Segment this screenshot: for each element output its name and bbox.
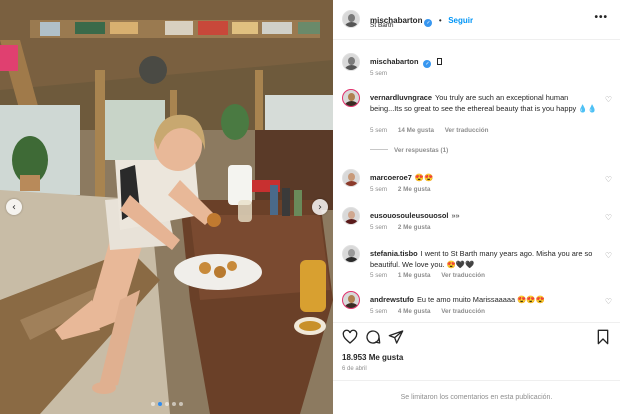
post-actions: 18.953 Me gusta 6 de abril Se limitaron …	[333, 322, 620, 412]
comment-body: »»	[451, 211, 460, 220]
comment-username[interactable]: marcoeroe7	[370, 173, 412, 182]
comment-meta: 5 sem 14 Me gusta Ver traducción	[370, 127, 497, 134]
more-options-icon[interactable]: •••	[594, 12, 608, 23]
post-photo[interactable]: ‹ ›	[0, 0, 333, 414]
see-translation-link[interactable]: Ver traducción	[441, 308, 485, 315]
carousel-next-button[interactable]: ›	[312, 199, 328, 215]
like-comment-heart-icon[interactable]: ♡	[605, 297, 612, 306]
commenter-avatar[interactable]	[342, 169, 360, 187]
comment-meta: 5 sem 2 Me gusta	[370, 186, 439, 193]
comment-text: vernardluvngrace You truly are such an ex…	[370, 93, 602, 114]
comments-limited-notice: Se limitaron los comentarios en esta pub…	[333, 380, 620, 413]
commenter-avatar[interactable]	[342, 245, 360, 263]
carousel-prev-button[interactable]: ‹	[6, 199, 22, 215]
comment-likes[interactable]: 2 Me gusta	[398, 224, 431, 231]
like-heart-icon[interactable]	[342, 329, 358, 345]
like-comment-heart-icon[interactable]: ♡	[605, 175, 612, 184]
carousel-dot-active	[157, 402, 162, 406]
carousel-dot	[178, 402, 183, 406]
caption-time[interactable]: 5 sem	[370, 70, 387, 77]
author-avatar[interactable]	[342, 10, 360, 28]
follow-button[interactable]: Seguir	[448, 16, 473, 25]
comment-username[interactable]: stefania.tisbo	[370, 249, 418, 258]
post-side-panel: mischabarton ✓ • Seguir St Barth ••• misc…	[333, 0, 620, 414]
post-header: mischabarton ✓ • Seguir St Barth •••	[333, 0, 620, 40]
save-bookmark-icon[interactable]	[595, 329, 611, 345]
carousel-dot	[164, 402, 169, 406]
see-translation-link[interactable]: Ver traducción	[441, 272, 485, 279]
verified-badge-icon: ✓	[423, 60, 432, 69]
comment-username[interactable]: vernardluvngrace	[370, 93, 432, 102]
separator-dot: •	[438, 16, 442, 25]
caption-text: mischabarton ✓	[370, 57, 602, 69]
caption-emoji-box	[436, 58, 442, 65]
comment-text: marcoeroe7 😍😍	[370, 173, 602, 184]
post-date[interactable]: 6 de abril	[342, 366, 367, 372]
comments-list[interactable]: mischabarton ✓ 5 sem vernardluvngrace You …	[333, 42, 620, 322]
comment-text: stefania.tisbo I went to St Barth many ye…	[370, 249, 602, 270]
comment-body: 😍😍	[414, 173, 434, 182]
comment-time[interactable]: 5 sem	[370, 272, 387, 279]
comment-likes[interactable]: 2 Me gusta	[398, 186, 431, 193]
comment-time[interactable]: 5 sem	[370, 308, 387, 315]
comment-username[interactable]: andrewstufo	[370, 295, 414, 304]
share-paper-plane-icon[interactable]	[388, 329, 404, 345]
comment-text: andrewstufo Eu te amo muito Marissaaaaa 😍…	[370, 295, 602, 306]
comment-meta: 5 sem 2 Me gusta	[370, 224, 439, 231]
carousel-dot	[150, 402, 155, 406]
commenter-avatar[interactable]	[342, 89, 360, 107]
carousel-dot	[171, 402, 176, 406]
comment-likes[interactable]: 14 Me gusta	[398, 127, 434, 134]
commenter-avatar[interactable]	[342, 291, 360, 309]
comment-likes[interactable]: 1 Me gusta	[398, 272, 431, 279]
verified-badge-icon: ✓	[424, 19, 433, 27]
carousel-dots	[0, 402, 333, 406]
likes-count[interactable]: 18.953 Me gusta	[342, 353, 403, 362]
comment-body: Eu te amo muito Marissaaaaa 😍😍😍	[416, 295, 545, 304]
comment-meta: 5 sem 1 Me gusta Ver traducción	[370, 272, 494, 279]
comment-text: eusouosouleusouosol»»	[370, 211, 602, 222]
comment-username[interactable]: eusouosouleusouosol	[370, 211, 448, 220]
caption-username[interactable]: mischabarton	[370, 57, 418, 66]
comment-time[interactable]: 5 sem	[370, 127, 387, 134]
photo-illustration	[0, 0, 333, 414]
post-location[interactable]: St Barth	[370, 22, 393, 29]
view-replies-link[interactable]: Ver respuestas (1)	[370, 147, 448, 154]
comment-likes[interactable]: 4 Me gusta	[398, 308, 431, 315]
like-comment-heart-icon[interactable]: ♡	[605, 95, 612, 104]
author-avatar[interactable]	[342, 53, 360, 71]
caption-meta: 5 sem	[370, 70, 396, 77]
commenter-avatar[interactable]	[342, 207, 360, 225]
comment-bubble-icon[interactable]	[365, 329, 381, 345]
like-comment-heart-icon[interactable]: ♡	[605, 251, 612, 260]
like-comment-heart-icon[interactable]: ♡	[605, 213, 612, 222]
comment-time[interactable]: 5 sem	[370, 186, 387, 193]
see-translation-link[interactable]: Ver traducción	[445, 127, 489, 134]
comment-meta: 5 sem 4 Me gusta Ver traducción	[370, 308, 494, 315]
comment-time[interactable]: 5 sem	[370, 224, 387, 231]
